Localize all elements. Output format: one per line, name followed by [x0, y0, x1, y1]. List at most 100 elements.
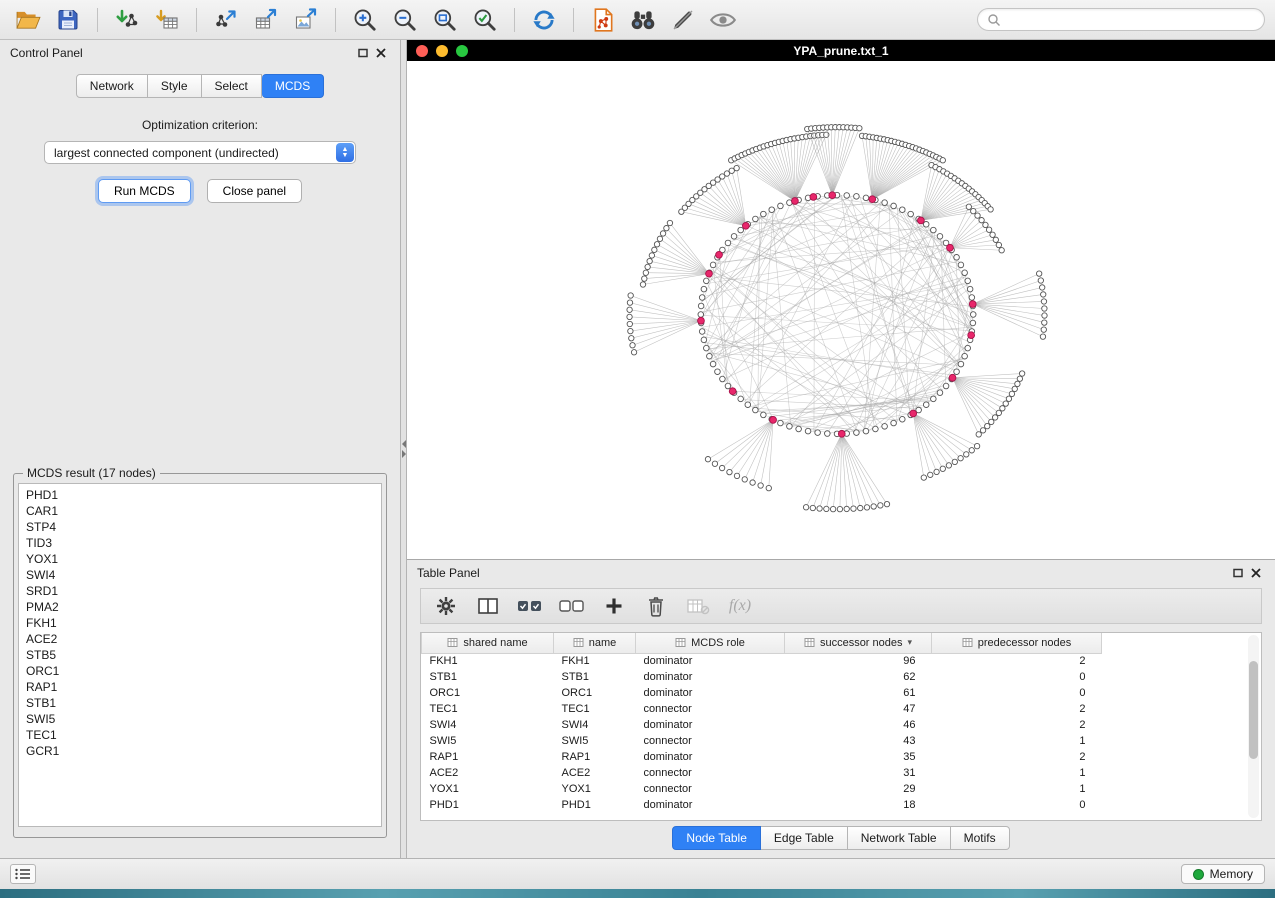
window-minimize-button[interactable]: [436, 45, 448, 57]
cell-predecessors[interactable]: 1: [932, 733, 1102, 749]
cell-shared_name[interactable]: FKH1: [422, 653, 554, 669]
cell-role[interactable]: dominator: [636, 717, 785, 733]
cell-successors[interactable]: 18: [785, 797, 932, 813]
cell-successors[interactable]: 47: [785, 701, 932, 717]
cell-predecessors[interactable]: 1: [932, 765, 1102, 781]
cell-shared_name[interactable]: SWI4: [422, 717, 554, 733]
mcds-result-list[interactable]: PHD1CAR1STP4TID3YOX1SWI4SRD1PMA2FKH1ACE2…: [18, 483, 382, 827]
zoom-fit-button[interactable]: [427, 5, 463, 35]
cell-predecessors[interactable]: 2: [932, 749, 1102, 765]
export-image-button[interactable]: [288, 5, 324, 35]
table-scrollbar[interactable]: [1248, 635, 1259, 818]
mcds-list-item[interactable]: STB5: [26, 647, 381, 663]
cell-name[interactable]: ORC1: [554, 685, 636, 701]
table-row[interactable]: SWI5SWI5connector431: [422, 733, 1102, 749]
table-close-button[interactable]: [1247, 564, 1265, 582]
vertical-splitter[interactable]: [400, 40, 407, 858]
add-column-button[interactable]: [601, 593, 627, 619]
window-zoom-button[interactable]: [456, 45, 468, 57]
cell-name[interactable]: SWI5: [554, 733, 636, 749]
column-header[interactable]: successor nodes▾: [785, 633, 932, 653]
table-row[interactable]: ACE2ACE2connector311: [422, 765, 1102, 781]
cell-predecessors[interactable]: 1: [932, 781, 1102, 797]
style-brush-button[interactable]: [665, 5, 701, 35]
cell-name[interactable]: FKH1: [554, 653, 636, 669]
cell-successors[interactable]: 46: [785, 717, 932, 733]
cell-role[interactable]: connector: [636, 781, 785, 797]
memory-button[interactable]: Memory: [1181, 864, 1265, 884]
cell-name[interactable]: ACE2: [554, 765, 636, 781]
tab-mcds[interactable]: MCDS: [262, 74, 324, 98]
cell-name[interactable]: TEC1: [554, 701, 636, 717]
cell-successors[interactable]: 29: [785, 781, 932, 797]
float-panel-button[interactable]: [354, 44, 372, 62]
close-panel-action-button[interactable]: Close panel: [207, 179, 302, 203]
cell-predecessors[interactable]: 0: [932, 685, 1102, 701]
mcds-list-item[interactable]: SWI5: [26, 711, 381, 727]
cell-name[interactable]: STB1: [554, 669, 636, 685]
cell-shared_name[interactable]: STB1: [422, 669, 554, 685]
cell-name[interactable]: RAP1: [554, 749, 636, 765]
run-mcds-button[interactable]: Run MCDS: [98, 179, 191, 203]
cell-shared_name[interactable]: YOX1: [422, 781, 554, 797]
table-settings-button[interactable]: [433, 593, 459, 619]
task-history-button[interactable]: [10, 864, 36, 884]
criterion-dropdown[interactable]: largest connected component (undirected)…: [44, 141, 356, 164]
mcds-list-item[interactable]: YOX1: [26, 551, 381, 567]
table-row[interactable]: SWI4SWI4dominator462: [422, 717, 1102, 733]
table-row[interactable]: TEC1TEC1connector472: [422, 701, 1102, 717]
cell-name[interactable]: PHD1: [554, 797, 636, 813]
mcds-list-item[interactable]: PMA2: [26, 599, 381, 615]
cell-role[interactable]: connector: [636, 701, 785, 717]
column-header[interactable]: predecessor nodes: [932, 633, 1102, 653]
mcds-list-item[interactable]: RAP1: [26, 679, 381, 695]
mcds-list-item[interactable]: PHD1: [26, 487, 381, 503]
cell-role[interactable]: connector: [636, 765, 785, 781]
tab-motifs[interactable]: Motifs: [951, 826, 1010, 850]
tab-network[interactable]: Network: [76, 74, 148, 98]
tab-style[interactable]: Style: [148, 74, 202, 98]
first-neighbors-button[interactable]: [625, 5, 661, 35]
mcds-list-item[interactable]: TID3: [26, 535, 381, 551]
cell-role[interactable]: dominator: [636, 797, 785, 813]
table-row[interactable]: YOX1YOX1connector291: [422, 781, 1102, 797]
cell-shared_name[interactable]: PHD1: [422, 797, 554, 813]
tab-node-table[interactable]: Node Table: [672, 826, 761, 850]
cell-successors[interactable]: 31: [785, 765, 932, 781]
show-columns-button[interactable]: [475, 593, 501, 619]
import-table-button[interactable]: [149, 5, 185, 35]
mcds-list-item[interactable]: SWI4: [26, 567, 381, 583]
mcds-list-item[interactable]: STB1: [26, 695, 381, 711]
mcds-list-item[interactable]: ACE2: [26, 631, 381, 647]
column-header[interactable]: name: [554, 633, 636, 653]
mcds-list-item[interactable]: STP4: [26, 519, 381, 535]
cell-shared_name[interactable]: ACE2: [422, 765, 554, 781]
cell-predecessors[interactable]: 2: [932, 701, 1102, 717]
close-panel-button[interactable]: [372, 44, 390, 62]
column-header[interactable]: shared name: [422, 633, 554, 653]
zoom-out-button[interactable]: [387, 5, 423, 35]
network-file-button[interactable]: [585, 5, 621, 35]
cell-name[interactable]: SWI4: [554, 717, 636, 733]
cell-role[interactable]: dominator: [636, 669, 785, 685]
table-row[interactable]: FKH1FKH1dominator962: [422, 653, 1102, 669]
zoom-in-button[interactable]: [347, 5, 383, 35]
mcds-list-item[interactable]: SRD1: [26, 583, 381, 599]
deselect-all-button[interactable]: [559, 593, 585, 619]
cell-predecessors[interactable]: 0: [932, 669, 1102, 685]
table-row[interactable]: PHD1PHD1dominator180: [422, 797, 1102, 813]
show-hide-button[interactable]: [705, 5, 741, 35]
export-network-button[interactable]: [208, 5, 244, 35]
cell-shared_name[interactable]: SWI5: [422, 733, 554, 749]
table-row[interactable]: RAP1RAP1dominator352: [422, 749, 1102, 765]
splitter-collapse-icon[interactable]: [401, 438, 406, 460]
cell-successors[interactable]: 35: [785, 749, 932, 765]
cell-predecessors[interactable]: 2: [932, 653, 1102, 669]
cell-shared_name[interactable]: RAP1: [422, 749, 554, 765]
search-input[interactable]: [1007, 13, 1255, 27]
window-close-button[interactable]: [416, 45, 428, 57]
cell-shared_name[interactable]: TEC1: [422, 701, 554, 717]
save-session-button[interactable]: [50, 5, 86, 35]
cell-successors[interactable]: 62: [785, 669, 932, 685]
cell-successors[interactable]: 96: [785, 653, 932, 669]
